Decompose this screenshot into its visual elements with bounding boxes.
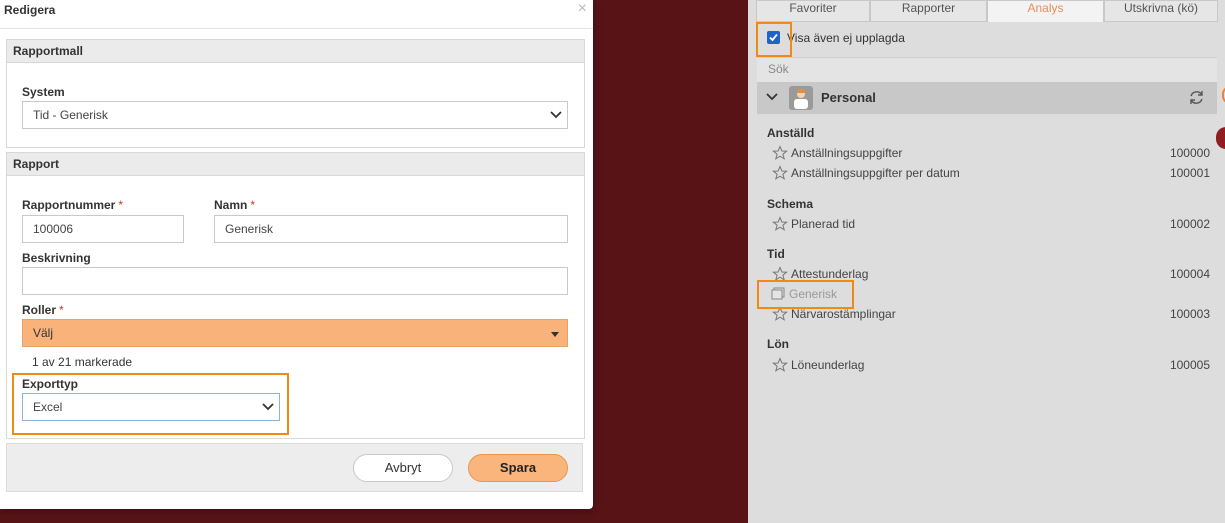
star-icon[interactable]: [772, 165, 788, 181]
name-input[interactable]: Generisk: [214, 215, 568, 243]
dialog-title: Redigera: [4, 3, 56, 17]
star-icon[interactable]: [772, 145, 788, 161]
list-item[interactable]: Planerad tid 100002: [772, 216, 1212, 232]
item-label: Närvarostämplingar: [791, 307, 896, 321]
description-label: Beskrivning: [22, 251, 91, 265]
export-type-highlight: [12, 373, 289, 435]
system-select[interactable]: Tid - Generisk: [22, 101, 568, 129]
search-input[interactable]: Sök: [757, 57, 1217, 82]
report-number-input[interactable]: 100006: [22, 215, 184, 243]
item-number: 100004: [1169, 267, 1210, 281]
item-number: 100003: [1169, 307, 1210, 321]
list-item[interactable]: Anställningsuppgifter per datum 100001: [772, 165, 1212, 181]
item-label: Attestunderlag: [791, 267, 869, 281]
template-section: Rapportmall System Tid - Generisk: [6, 39, 585, 148]
roles-select[interactable]: Välj: [22, 319, 568, 347]
report-section-header: Rapport: [7, 153, 584, 176]
generisk-highlight: [757, 280, 854, 309]
item-number: 100000: [1169, 146, 1210, 160]
item-number: 100002: [1169, 217, 1210, 231]
tab-favorites[interactable]: Favoriter: [756, 0, 870, 22]
dialog-header: Redigera ×: [0, 0, 593, 29]
edit-report-dialog: Redigera × Rapportmall System Tid - Gene…: [0, 0, 593, 509]
group-title: Personal: [821, 90, 876, 105]
star-icon[interactable]: [772, 216, 788, 232]
name-label: Namn *: [214, 198, 255, 212]
side-handle[interactable]: [1216, 127, 1225, 149]
item-label: Anställningsuppgifter: [791, 146, 903, 160]
dialog-footer: Avbryt Spara: [6, 443, 583, 492]
template-section-header: Rapportmall: [7, 40, 584, 63]
category-employee: Anställd: [767, 126, 815, 140]
report-number-value: 100006: [33, 222, 74, 236]
name-label-text: Namn: [214, 198, 248, 212]
group-header-personal[interactable]: Personal: [757, 82, 1217, 114]
category-salary: Lön: [767, 337, 789, 351]
star-icon[interactable]: [772, 357, 788, 373]
tab-analysis[interactable]: Analys: [987, 0, 1104, 22]
tab-printed-queue[interactable]: Utskrivna (kö): [1104, 0, 1218, 22]
required-mark: *: [250, 198, 256, 212]
roles-select-value: Välj: [33, 326, 54, 340]
report-list-panel: Favoriter Rapporter Analys Utskrivna (kö…: [748, 0, 1225, 523]
system-select-value: Tid - Generisk: [33, 108, 108, 122]
person-icon: [789, 86, 813, 110]
item-number: 100005: [1169, 358, 1210, 372]
panel-tabs: Favoriter Rapporter Analys Utskrivna (kö…: [756, 0, 1218, 22]
item-label: Löneunderlag: [791, 358, 865, 372]
chevron-down-icon: [550, 111, 562, 119]
item-label: Planerad tid: [791, 217, 856, 231]
category-time: Tid: [767, 247, 785, 261]
name-value: Generisk: [225, 222, 274, 236]
report-number-label: Rapportnummer *: [22, 198, 123, 212]
list-item[interactable]: Löneunderlag 100005: [772, 357, 1212, 373]
show-unpublished-row: Visa även ej upplagda: [757, 25, 1217, 55]
close-icon[interactable]: ×: [578, 0, 587, 18]
cancel-button[interactable]: Avbryt: [353, 454, 453, 482]
caret-down-icon: [551, 332, 559, 337]
save-button[interactable]: Spara: [468, 454, 568, 482]
item-number: 100001: [1169, 166, 1210, 180]
description-input[interactable]: [22, 267, 568, 295]
show-unpublished-label: Visa även ej upplagda: [787, 31, 905, 45]
report-number-label-text: Rapportnummer: [22, 198, 116, 212]
checkbox-highlight: [756, 22, 792, 57]
item-label: Anställningsuppgifter per datum: [791, 166, 960, 180]
refresh-icon[interactable]: [1188, 89, 1205, 106]
category-schedule: Schema: [767, 197, 814, 211]
list-item[interactable]: Anställningsuppgifter 100000: [772, 145, 1212, 161]
tab-reports[interactable]: Rapporter: [870, 0, 987, 22]
roles-label-text: Roller: [22, 303, 57, 317]
system-label: System: [22, 85, 65, 99]
required-mark: *: [118, 198, 124, 212]
search-placeholder: Sök: [768, 62, 789, 76]
roles-summary: 1 av 21 markerade: [32, 355, 133, 369]
required-mark: *: [59, 303, 64, 317]
chevron-down-icon: [766, 93, 778, 101]
roles-label: Roller *: [22, 303, 64, 317]
